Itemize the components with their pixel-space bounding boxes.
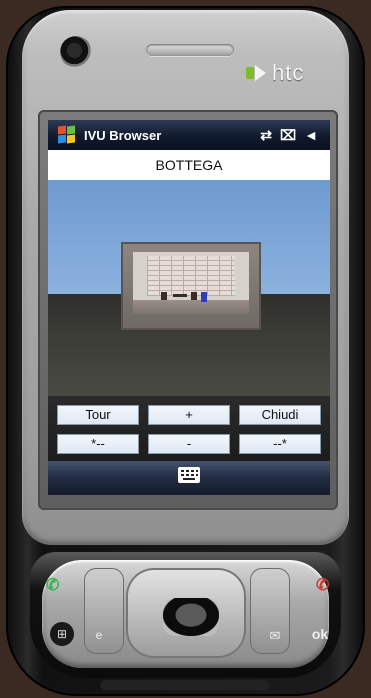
windows-start-icon[interactable] xyxy=(58,125,76,144)
htc-logo-icon xyxy=(246,64,268,82)
front-camera xyxy=(60,36,92,68)
room-interior xyxy=(133,252,249,314)
brick-wall xyxy=(147,256,235,296)
screen: IVU Browser ⇄ ⌧ ◄ BOTTEGA Tour + Chiudi … xyxy=(48,120,330,495)
furniture-item xyxy=(161,292,167,300)
keyboard-icon[interactable] xyxy=(178,467,200,483)
next-button[interactable]: --* xyxy=(239,434,321,454)
control-buttons: Tour + Chiudi *-- - --* xyxy=(48,396,330,461)
earpiece-speaker xyxy=(146,44,234,56)
prev-button[interactable]: *-- xyxy=(57,434,139,454)
ok-button[interactable]: ok xyxy=(306,622,334,646)
zoom-in-button[interactable]: + xyxy=(148,405,230,425)
zoom-out-button[interactable]: - xyxy=(148,434,230,454)
3d-viewport[interactable] xyxy=(48,180,330,396)
battery-icon[interactable]: ⌧ xyxy=(280,127,296,144)
start-key-icon[interactable]: ⊞ xyxy=(50,622,74,646)
brand-text: htc xyxy=(272,60,305,85)
center-select-key[interactable] xyxy=(163,598,219,636)
mail-icon[interactable]: ✉ xyxy=(266,628,284,646)
figure-marker xyxy=(201,292,207,302)
menu-bar xyxy=(48,461,330,495)
furniture-item xyxy=(173,294,187,297)
tour-button[interactable]: Tour xyxy=(57,405,139,425)
connectivity-icon[interactable]: ⇄ xyxy=(260,127,272,144)
status-icons: ⇄ ⌧ ◄ xyxy=(260,127,318,144)
end-call-icon[interactable]: ✆ xyxy=(316,575,334,594)
internet-explorer-icon[interactable]: e xyxy=(90,628,108,646)
speaker-icon[interactable]: ◄ xyxy=(304,127,318,144)
brand-logo: htc xyxy=(246,60,305,85)
status-bar: IVU Browser ⇄ ⌧ ◄ xyxy=(48,120,330,150)
phone-bottom-edge xyxy=(100,680,270,690)
app-title: IVU Browser xyxy=(84,127,162,143)
call-icon[interactable]: ✆ xyxy=(46,575,64,594)
scene-caption: BOTTEGA xyxy=(48,150,330,180)
close-button[interactable]: Chiudi xyxy=(239,405,321,425)
room-model xyxy=(123,244,259,328)
room-floor xyxy=(133,300,249,314)
furniture-item xyxy=(191,292,197,300)
